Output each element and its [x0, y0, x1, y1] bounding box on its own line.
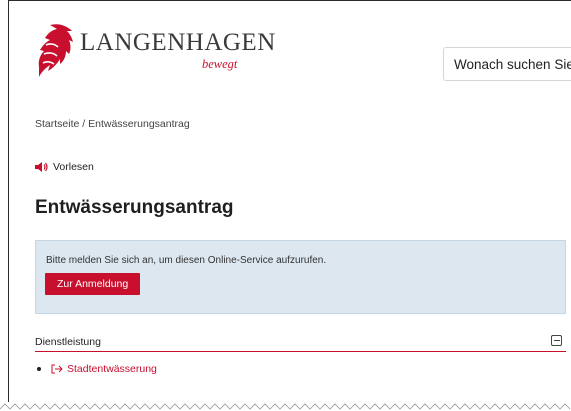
site-logo[interactable]: LANGENHAGEN bewegt: [36, 23, 275, 79]
accordion-label: Dienstleistung: [35, 336, 101, 348]
speaker-icon: [35, 162, 48, 172]
bullet-icon: [37, 367, 41, 371]
breadcrumb-home-link[interactable]: Startseite: [35, 118, 79, 130]
search-input[interactable]: Wonach suchen Sie?: [443, 47, 571, 81]
external-link-icon: [51, 364, 63, 374]
list-item: Stadtentwässerung: [35, 363, 157, 375]
logo-wordmark: LANGENHAGEN: [80, 29, 276, 56]
service-list: Stadtentwässerung: [35, 363, 157, 375]
read-aloud-label: Vorlesen: [53, 161, 94, 173]
breadcrumb-separator: /: [79, 118, 89, 130]
torn-edge-divider: [0, 403, 571, 410]
accordion-dienstleistung[interactable]: Dienstleistung: [35, 334, 566, 352]
minus-square-icon[interactable]: [551, 335, 562, 346]
logo-tagline: bewegt: [202, 57, 238, 71]
read-aloud-button[interactable]: Vorlesen: [35, 161, 94, 173]
page-title: Entwässerungsantrag: [35, 197, 234, 218]
login-notice: Bitte melden Sie sich an, um diesen Onli…: [35, 240, 566, 314]
breadcrumb-current: Entwässerungsantrag: [88, 118, 190, 130]
login-notice-message: Bitte melden Sie sich an, um diesen Onli…: [46, 255, 327, 266]
login-button[interactable]: Zur Anmeldung: [45, 273, 141, 295]
lion-logo-icon: [38, 24, 73, 77]
search-placeholder: Wonach suchen Sie?: [454, 56, 571, 72]
page-frame: LANGENHAGEN bewegt Wonach suchen Sie? St…: [8, 0, 571, 402]
breadcrumb: Startseite / Entwässerungsantrag: [35, 118, 190, 130]
service-link-stadtentwaesserung[interactable]: Stadtentwässerung: [67, 363, 157, 375]
